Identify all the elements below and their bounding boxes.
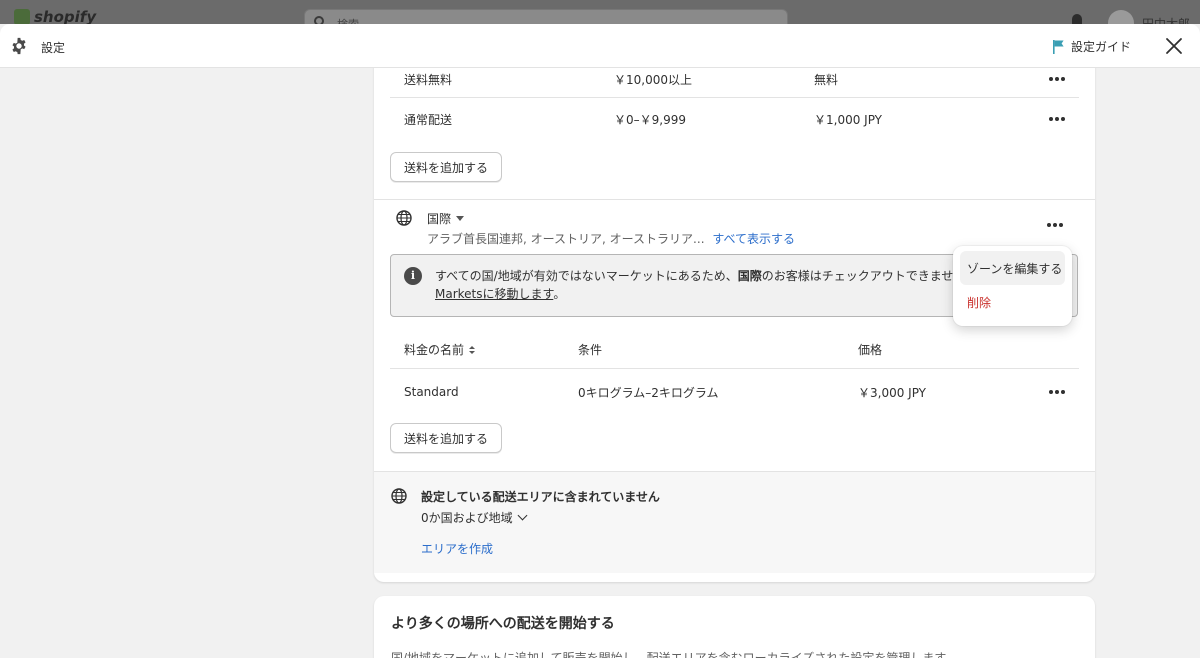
create-zone-link[interactable]: エリアを作成 [421,540,493,557]
divider [374,199,1095,200]
markets-link[interactable]: Marketsに移動します [435,287,553,301]
rate-price: ￥1,000 JPY [814,112,883,127]
caret-down-icon [456,216,465,221]
zone-more-actions-icon[interactable] [1047,223,1063,227]
not-included-section: 設定している配送エリアに含まれていません 0か国および地域 エリアを作成 [374,471,1095,573]
table-row: Standard 0キログラム–2キログラム ￥3,000 JPY [390,368,1079,416]
admin-top-bar: shopify 検索 田中太郎 [0,0,1200,24]
zone-name-toggle[interactable]: 国際 [427,210,465,227]
more-actions-icon[interactable] [1049,77,1065,81]
chevron-down-icon [517,510,528,521]
search-icon [314,16,324,24]
globe-icon [391,488,407,504]
shopify-bag-icon [14,9,30,24]
sort-icon [469,346,476,355]
price-header: 価格 [858,343,883,357]
admin-user-name: 田中太郎 [1142,17,1191,24]
add-rate-button[interactable]: 送料を追加する [390,152,503,182]
zone-countries-text: アラブ首長国連邦, オーストリア, オーストラリア... [427,232,705,246]
divider [374,471,1095,472]
flag-icon [1053,39,1064,54]
not-included-title: 設定している配送エリアに含まれていません [421,490,660,504]
edit-zone-menu-item[interactable]: ゾーンを編集する [960,251,1065,285]
shopify-logo: shopify [14,8,96,24]
not-included-count: 0か国および地域 [421,511,513,525]
rate-name: 送料無料 [404,72,453,87]
setup-guide-label: 設定ガイド [1071,40,1132,54]
rate-condition: 0キログラム–2キログラム [578,385,719,400]
zone-name: 国際 [427,212,452,226]
shopify-logo-text: shopify [34,8,97,24]
sort-rate-name-header[interactable]: 料金の名前 [404,341,476,358]
close-icon[interactable] [1165,37,1183,55]
rate-price: ￥3,000 JPY [858,385,927,400]
settings-content: 送料無料 ￥10,000以上 無料 通常配送 ￥0–￥9,999 ￥1,000 … [0,68,1200,658]
zone-countries: アラブ首長国連邦, オーストリア, オーストラリア... すべて表示する [427,230,795,247]
admin-search-input: 検索 [304,9,788,24]
gear-icon [12,37,26,55]
start-shipping-text: 国/地域をマーケットに追加して販売を開始し、配送エリアを含むローカライズされた設… [391,651,958,658]
page-title: 設定 [41,41,66,55]
admin-search-placeholder: 検索 [337,16,359,24]
info-icon: i [404,267,422,285]
not-included-count-toggle[interactable]: 0か国および地域 [421,509,528,526]
add-rate-button[interactable]: 送料を追加する [390,423,503,453]
bell-icon [1072,14,1082,24]
more-actions-icon[interactable] [1049,390,1065,394]
settings-header: 設定 設定ガイド [0,24,1200,68]
rate-condition: ￥0–￥9,999 [614,112,686,127]
zone-actions-popover: ゾーンを編集する 削除 [953,246,1072,326]
start-shipping-card: より多くの場所への配送を開始する 国/地域をマーケットに追加して販売を開始し、配… [374,596,1095,658]
rate-price: 無料 [814,72,839,87]
more-actions-icon[interactable] [1049,117,1065,121]
show-all-link[interactable]: すべて表示する [712,232,795,246]
delete-zone-menu-item[interactable]: 削除 [960,285,1065,319]
rate-name: Standard [404,385,459,399]
condition-header: 条件 [578,343,603,357]
setup-guide-button[interactable]: 設定ガイド [1052,38,1131,55]
table-row: 通常配送 ￥0–￥9,999 ￥1,000 JPY [390,95,1079,143]
avatar [1108,10,1134,24]
start-shipping-title: より多くの場所への配送を開始する [391,616,615,632]
rate-condition: ￥10,000以上 [614,72,692,87]
globe-icon [396,210,412,226]
rate-name: 通常配送 [404,112,453,127]
